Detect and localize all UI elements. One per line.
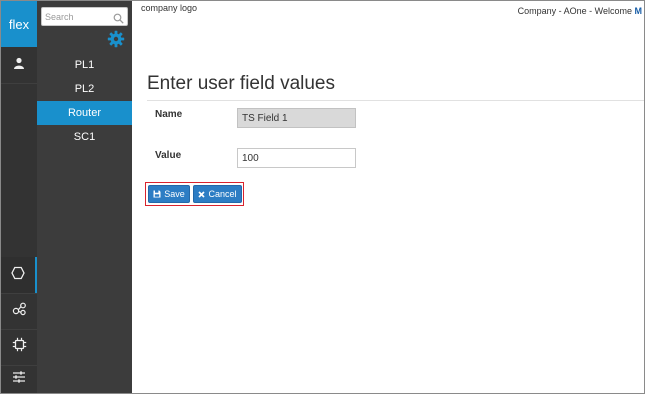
search-box xyxy=(41,7,128,26)
user-button[interactable] xyxy=(1,47,37,83)
nav-item-label: Router xyxy=(67,107,102,119)
page-title: Enter user field values xyxy=(147,73,335,94)
search-icon[interactable] xyxy=(113,11,124,24)
save-button[interactable]: Save xyxy=(148,185,190,203)
brand-logo[interactable]: flex xyxy=(1,1,37,47)
nav-item-sc1[interactable]: SC1 xyxy=(37,125,132,149)
company-welcome-label: Company - AOne - Welcome xyxy=(517,6,635,16)
search-input[interactable] xyxy=(42,8,112,25)
icon-rail: flex xyxy=(1,1,37,393)
nav-item-label: PL2 xyxy=(74,83,95,95)
action-buttons-highlight: Save Cancel xyxy=(145,182,244,206)
user-menu-link[interactable]: M xyxy=(635,6,643,16)
company-logo: company logo xyxy=(141,3,198,13)
close-icon xyxy=(198,190,206,198)
value-field[interactable] xyxy=(237,148,356,168)
name-label: Name xyxy=(155,109,183,120)
app-window: flex Search PL1 PL2 Router SC1 company l… xyxy=(0,0,645,394)
user-icon xyxy=(13,56,25,74)
chip-button[interactable] xyxy=(1,329,37,365)
brand-label: flex xyxy=(8,16,30,32)
sliders-button[interactable] xyxy=(1,365,37,393)
welcome-text: Company - AOne - Welcome M xyxy=(518,6,642,16)
chip-icon xyxy=(12,337,27,357)
gear-icon[interactable] xyxy=(107,30,125,48)
nav-item-label: SC1 xyxy=(73,131,96,143)
save-icon xyxy=(153,190,161,198)
nav-item-pl2[interactable]: PL2 xyxy=(37,77,132,101)
name-field[interactable] xyxy=(237,108,356,128)
hexagon-icon xyxy=(11,266,25,285)
hexagon-button[interactable] xyxy=(1,257,37,293)
sliders-icon xyxy=(12,370,26,388)
nav-item-label: PL1 xyxy=(74,59,95,71)
nav-item-router[interactable]: Router xyxy=(37,101,132,125)
share-nodes-button[interactable] xyxy=(1,293,37,329)
cancel-label: Cancel xyxy=(208,189,237,199)
cancel-button[interactable]: Cancel xyxy=(193,185,242,203)
save-label: Save xyxy=(164,189,185,199)
rail-divider xyxy=(1,83,37,84)
nav-item-pl1[interactable]: PL1 xyxy=(37,53,132,77)
secondary-nav: PL1 PL2 Router SC1 xyxy=(37,1,132,393)
share-nodes-icon xyxy=(12,301,27,321)
value-label: Value xyxy=(155,150,182,161)
title-divider xyxy=(147,100,644,101)
